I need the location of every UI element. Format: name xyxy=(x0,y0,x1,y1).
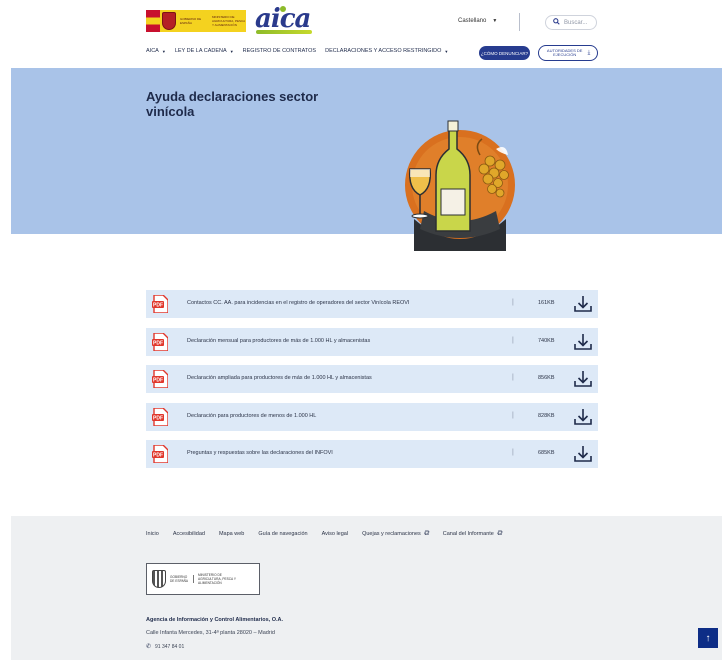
footer-link-guia-navegacion[interactable]: Guía de navegación xyxy=(258,530,307,538)
coat-of-arms-icon xyxy=(162,12,176,30)
footer-link-label: Guía de navegación xyxy=(258,531,308,537)
aica-logo-dot xyxy=(280,6,286,12)
download-icon[interactable] xyxy=(573,332,593,352)
divider: | xyxy=(512,449,514,456)
divider: | xyxy=(512,374,514,381)
nav-item-label: REGISTRO DE CONTRATOS xyxy=(242,48,317,54)
back-to-top-button[interactable]: ↑ xyxy=(698,628,718,648)
arrow-up-icon: ↑ xyxy=(705,632,711,644)
header-divider xyxy=(519,13,520,31)
como-denunciar-button[interactable]: ¿CÓMO DENUNCIAR? xyxy=(479,46,530,60)
search-placeholder: Buscar... xyxy=(564,19,588,26)
document-size: 685KB xyxy=(538,450,555,456)
nav-item-registro-contratos[interactable]: REGISTRO DE CONTRATOS xyxy=(243,48,316,54)
chevron-down-icon: ▼ xyxy=(161,48,166,54)
document-size: 161KB xyxy=(538,300,555,306)
document-row[interactable]: PDF Declaración ampliada para productore… xyxy=(146,365,598,393)
nav-item-label: AICA xyxy=(146,48,159,54)
footer-link-label: Accesibilidad xyxy=(172,531,205,537)
footer-link-aviso-legal[interactable]: Aviso legal xyxy=(322,530,349,538)
download-icon[interactable] xyxy=(573,369,593,389)
footer-link-label: Mapa web xyxy=(218,531,245,537)
autoridades-label: AUTORIDADES DE EJECUCIÓN xyxy=(546,47,583,57)
document-title: Preguntas y respuestas sobre las declara… xyxy=(187,450,333,456)
footer-link-quejas[interactable]: Quejas y reclamaciones ⧉ xyxy=(362,530,429,538)
external-link-icon: ⧉ xyxy=(423,530,429,537)
divider: | xyxy=(512,411,514,419)
nav-item-declaraciones[interactable]: DECLARACIONES Y ACCESO RESTRINGIDO ▼ xyxy=(325,48,448,54)
ministry-logo-text: MINISTERIO DE AGRICULTURA, PESCA Y ALIME… xyxy=(198,573,236,585)
document-size: 740KB xyxy=(538,337,555,344)
document-row[interactable]: PDF Contactos CC. AA. para incidencias e… xyxy=(146,290,598,318)
svg-text:PDF: PDF xyxy=(153,303,163,309)
chevron-down-icon: ▼ xyxy=(444,48,449,54)
svg-text:PDF: PDF xyxy=(153,378,163,384)
nav-item-ley-cadena[interactable]: LEY DE LA CADENA ▼ xyxy=(175,48,234,54)
download-icon[interactable] xyxy=(573,294,593,314)
document-row[interactable]: PDF Declaración para productores de meno… xyxy=(146,402,598,431)
footer-link-accesibilidad[interactable]: Accesibilidad xyxy=(173,530,205,538)
aica-logo-swoosh xyxy=(256,30,312,34)
search-input[interactable]: Buscar... xyxy=(545,15,597,30)
gov-logo-text: GOBIERNO DE ESPAÑA xyxy=(180,17,202,25)
download-icon[interactable] xyxy=(573,407,593,427)
hero-banner xyxy=(11,68,722,234)
document-size: 856KB xyxy=(538,375,555,381)
spain-flag-icon xyxy=(146,10,160,32)
footer-link-label: Inicio xyxy=(146,531,159,537)
divider: | xyxy=(512,299,514,306)
organization-address: Calle Infanta Mercedes, 31-4ª planta 280… xyxy=(146,630,275,636)
chevron-down-icon: ▼ xyxy=(492,18,498,24)
phone-icon: ✆ xyxy=(146,644,152,650)
pdf-file-icon: PDF xyxy=(152,370,168,388)
autoridades-ejecucion-button[interactable]: AUTORIDADES DE EJECUCIÓN ⤓ xyxy=(538,45,598,61)
document-row[interactable]: PDF Preguntas y respuestas sobre las dec… xyxy=(146,440,598,468)
pdf-file-icon: PDF xyxy=(152,332,168,351)
external-link-icon: ⧉ xyxy=(496,530,502,537)
document-size: 828KB xyxy=(538,412,555,419)
language-selector[interactable]: Castellano ▼ xyxy=(458,18,497,24)
wine-illustration xyxy=(405,120,515,251)
svg-text:PDF: PDF xyxy=(153,415,163,421)
svg-text:PDF: PDF xyxy=(153,340,163,346)
language-label: Castellano xyxy=(458,18,487,24)
coat-of-arms-icon xyxy=(152,570,166,588)
document-title: Contactos CC. AA. para incidencias en el… xyxy=(187,300,410,306)
download-icon[interactable] xyxy=(573,444,593,464)
site-header: GOBIERNO DE ESPAÑA MINISTERIO DE AGRICUL… xyxy=(0,0,722,68)
nav-item-label: DECLARACIONES Y ACCESO RESTRINGIDO xyxy=(325,48,442,54)
pdf-file-icon: PDF xyxy=(152,407,168,426)
phone-number: 91 347 84 01 xyxy=(155,643,185,650)
organization-name: Agencia de Información y Control Aliment… xyxy=(146,617,284,623)
footer-links: Inicio Accesibilidad Mapa web Guía de na… xyxy=(146,530,516,538)
footer-link-label: Quejas y reclamaciones xyxy=(362,531,421,537)
footer-link-mapa-web[interactable]: Mapa web xyxy=(219,530,244,538)
footer-link-label: Canal del Informante xyxy=(442,531,494,537)
document-title: Declaración mensual para productores de … xyxy=(187,337,371,344)
ministry-logo-text: MINISTERIO DE AGRICULTURA, PESCA Y ALIME… xyxy=(212,15,245,27)
footer-link-label: Aviso legal xyxy=(321,531,349,537)
government-logo[interactable]: GOBIERNO DE ESPAÑA MINISTERIO DE AGRICUL… xyxy=(146,10,246,32)
footer-ministry-logo[interactable]: GOBIERNO DE ESPAÑA MINISTERIO DE AGRICUL… xyxy=(146,563,260,595)
search-icon xyxy=(553,18,560,27)
divider: | xyxy=(512,336,514,344)
document-row[interactable]: PDF Declaración mensual para productores… xyxy=(146,327,598,356)
footer-link-canal-informante[interactable]: Canal del Informante ⧉ xyxy=(443,530,502,538)
download-icon: ⤓ xyxy=(587,49,591,56)
pdf-file-icon: PDF xyxy=(152,445,168,463)
svg-text:PDF: PDF xyxy=(153,453,163,459)
main-nav: AICA ▼ LEY DE LA CADENA ▼ REGISTRO DE CO… xyxy=(146,48,457,54)
footer-link-inicio[interactable]: Inicio xyxy=(146,530,159,538)
page: GOBIERNO DE ESPAÑA MINISTERIO DE AGRICUL… xyxy=(0,0,722,660)
page-title: Ayuda declaraciones sector vinícola xyxy=(146,89,319,119)
nav-item-label: LEY DE LA CADENA xyxy=(174,48,227,54)
organization-phone[interactable]: ✆ 91 347 84 01 xyxy=(146,643,185,651)
nav-item-aica[interactable]: AICA ▼ xyxy=(146,48,166,54)
document-title: Declaración ampliada para productores de… xyxy=(187,375,372,381)
chevron-down-icon: ▼ xyxy=(229,48,234,54)
gov-logo-text: GOBIERNO DE ESPAÑA xyxy=(170,575,194,583)
document-list: PDF Contactos CC. AA. para incidencias e… xyxy=(146,290,598,478)
document-title: Declaración para productores de menos de… xyxy=(187,412,317,419)
pdf-file-icon: PDF xyxy=(152,295,168,313)
